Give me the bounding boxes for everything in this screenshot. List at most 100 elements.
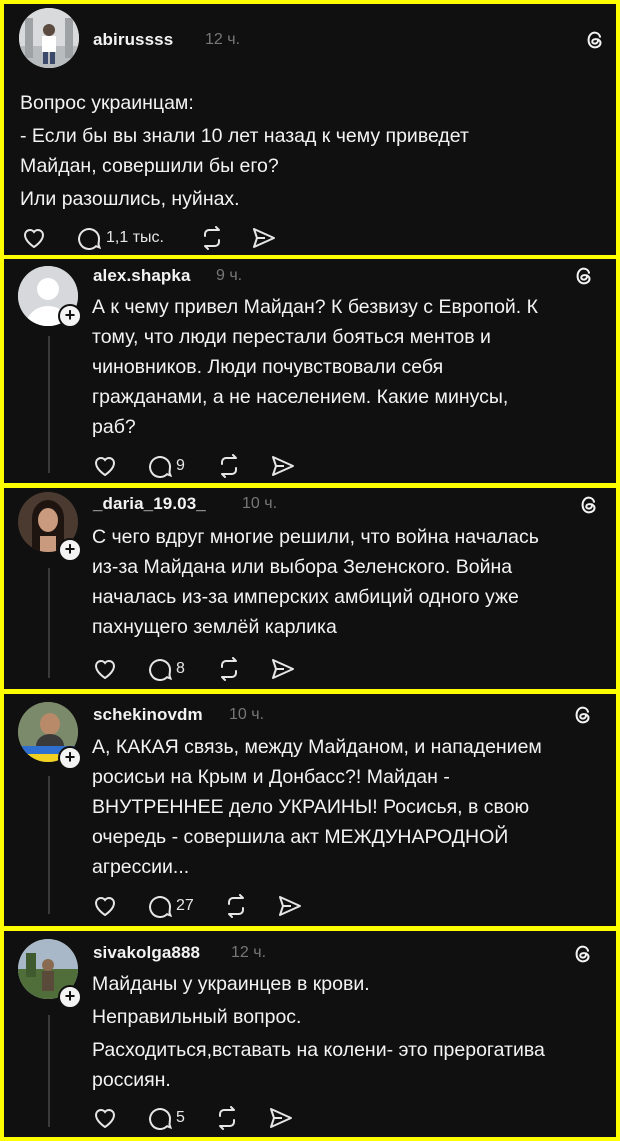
send-icon — [278, 896, 301, 916]
repost-button[interactable] — [215, 1106, 239, 1130]
reply-button[interactable]: 9 — [149, 454, 185, 478]
text-line: из-за Майдана или выбора Зеленского. Вой… — [92, 556, 513, 578]
post-text: А к чему привел Майдан? К безвизу с Евро… — [92, 292, 538, 442]
comment-icon — [149, 456, 173, 478]
share-button[interactable] — [271, 658, 295, 680]
text-line: Майдан, совершили бы его? — [20, 155, 279, 177]
follow-button[interactable]: + — [58, 746, 82, 770]
send-icon — [271, 456, 294, 476]
action-bar: 8 — [93, 656, 295, 682]
post-text: Вопрос украинцам: - Если бы вы знали 10 … — [20, 88, 469, 214]
text-line: - Если бы вы знали 10 лет назад к чему п… — [20, 125, 469, 147]
text-line: росисьи на Крым и Донбасс?! Майдан - — [92, 766, 450, 788]
reply-card: + alex.shapka 9 ч. А к чему привел Майда… — [4, 259, 616, 483]
timestamp: 12 ч. — [231, 944, 267, 961]
username[interactable]: abirussss — [93, 30, 173, 50]
threads-icon[interactable] — [573, 265, 595, 287]
send-icon — [252, 228, 275, 248]
text-line: А, КАКАЯ связь, между Майданом, и нападе… — [92, 736, 542, 758]
comment-icon — [78, 228, 102, 250]
threads-icon[interactable] — [572, 704, 594, 726]
like-button[interactable] — [93, 895, 117, 917]
repost-icon — [218, 1106, 235, 1130]
avatar[interactable] — [19, 8, 79, 68]
text-line: раб? — [92, 416, 136, 438]
text-line: Или разошлись, нуйнах. — [20, 188, 240, 210]
repost-button[interactable] — [217, 657, 241, 681]
follow-button[interactable]: + — [58, 538, 82, 562]
timestamp: 12 ч. — [205, 31, 241, 48]
threads-icon[interactable] — [584, 29, 606, 51]
repost-button[interactable] — [217, 454, 241, 478]
reply-count: 8 — [176, 660, 185, 677]
reply-count: 27 — [176, 897, 194, 914]
share-button[interactable] — [278, 895, 302, 917]
follow-button[interactable]: + — [58, 985, 82, 1009]
text-line: ВНУТРЕННЕЕ дело УКРАИНЫ! Росисья, в свою — [92, 796, 530, 818]
username[interactable]: _daria_19.03_ — [93, 494, 206, 514]
reply-count: 1,1 тыс. — [106, 229, 164, 246]
reply-count: 5 — [176, 1109, 185, 1126]
text-line: Неправильный вопрос. — [92, 1006, 302, 1028]
text-line: Вопрос украинцам: — [20, 92, 194, 114]
comment-icon — [149, 659, 173, 681]
share-button[interactable] — [271, 455, 295, 477]
text-line: гражданами, а не населением. Какие минус… — [92, 386, 509, 408]
heart-icon — [94, 660, 116, 680]
share-button[interactable] — [269, 1107, 293, 1129]
send-icon — [269, 1108, 292, 1128]
username[interactable]: alex.shapka — [93, 266, 191, 286]
username[interactable]: sivakolga888 — [93, 943, 200, 963]
repost-icon — [220, 454, 237, 478]
timestamp: 10 ч. — [242, 495, 278, 512]
share-button[interactable] — [252, 227, 276, 249]
text-line: тому, что люди перестали бояться ментов … — [92, 326, 491, 348]
post-text: С чего вдруг многие решили, что война на… — [92, 522, 539, 642]
reply-button[interactable]: 8 — [149, 657, 185, 681]
text-line: А к чему привел Майдан? К безвизу с Евро… — [92, 296, 538, 318]
comment-icon — [149, 1108, 173, 1130]
send-icon — [271, 659, 294, 679]
text-line: очередь - совершила акт МЕЖДУНАРОДНОЙ — [92, 826, 509, 848]
heart-icon — [94, 457, 116, 477]
like-button[interactable] — [22, 227, 46, 249]
thread-line — [48, 776, 50, 914]
thread-line — [48, 568, 50, 678]
heart-icon — [94, 897, 116, 917]
timestamp: 10 ч. — [229, 706, 265, 723]
text-line: началась из-за имперских амбиций одного … — [92, 586, 519, 608]
text-line: С чего вдруг многие решили, что война на… — [92, 526, 539, 548]
comment-icon — [149, 896, 173, 918]
action-bar: 27 — [93, 893, 302, 919]
reply-card: + sivakolga888 12 ч. Майданы у украинцев… — [4, 931, 616, 1137]
heart-icon — [23, 229, 45, 249]
post-text: А, КАКАЯ связь, между Майданом, и нападе… — [92, 732, 542, 882]
post-card: abirussss 12 ч. Вопрос украинцам: - Если… — [4, 4, 616, 255]
reply-button[interactable]: 5 — [149, 1106, 185, 1130]
threads-icon[interactable] — [578, 494, 600, 516]
repost-button[interactable] — [200, 226, 224, 250]
like-button[interactable] — [93, 455, 117, 477]
reply-count: 9 — [176, 457, 185, 474]
like-button[interactable] — [93, 658, 117, 680]
like-button[interactable] — [93, 1107, 117, 1129]
text-line: Майданы у украинцев в крови. — [92, 973, 370, 995]
reply-button[interactable]: 27 — [149, 894, 194, 918]
repost-icon — [227, 894, 244, 918]
text-line: пахнущего землёй карлика — [92, 616, 337, 638]
heart-icon — [94, 1109, 116, 1129]
follow-button[interactable]: + — [58, 304, 82, 328]
threads-icon[interactable] — [572, 943, 594, 965]
reply-button[interactable]: 1,1 тыс. — [78, 226, 164, 250]
reply-card: + schekinovdm 10 ч. А, КАКАЯ связь, межд… — [4, 694, 616, 926]
repost-button[interactable] — [224, 894, 248, 918]
thread-line — [48, 336, 50, 473]
post-text: Майданы у украинцев в крови. Неправильны… — [92, 969, 545, 1095]
action-bar: 9 — [93, 453, 295, 479]
text-line: россиян. — [92, 1069, 171, 1091]
action-bar: 5 — [93, 1105, 293, 1131]
thread-line — [48, 1015, 50, 1127]
action-bar: 1,1 тыс. — [22, 225, 276, 251]
repost-icon — [203, 226, 220, 250]
username[interactable]: schekinovdm — [93, 705, 203, 725]
